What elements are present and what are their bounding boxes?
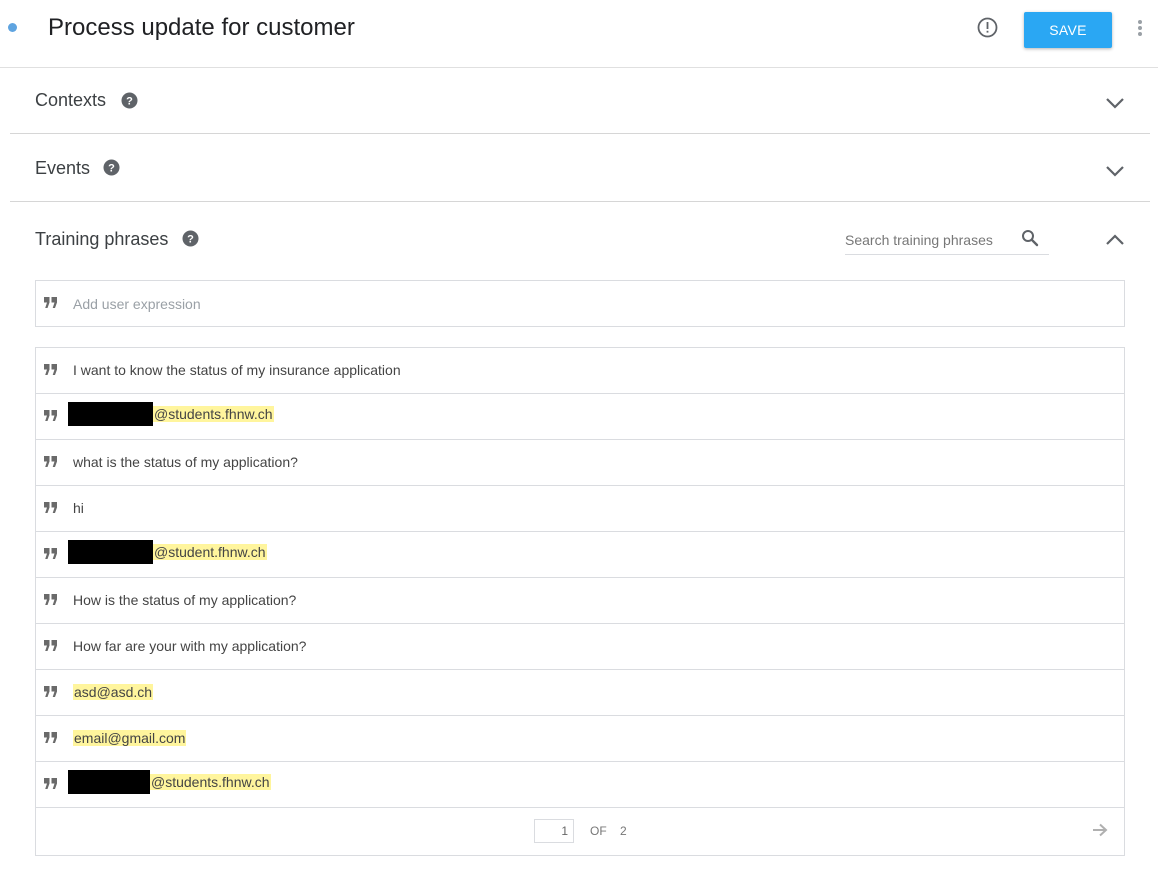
phrase-text-container[interactable]: I want to know the status of my insuranc… <box>73 361 401 379</box>
quote-icon <box>44 364 57 375</box>
training-phrase-row[interactable]: How far are your with my application? <box>36 624 1124 670</box>
pagination-of-label: OF <box>590 824 607 838</box>
more-vert-icon[interactable] <box>1136 20 1144 38</box>
phrase-text: How far are your with my application? <box>73 638 307 654</box>
alert-circle-icon[interactable] <box>977 17 998 38</box>
chevron-down-icon[interactable] <box>1105 165 1125 177</box>
page-title: Process update for customer <box>48 14 355 41</box>
quote-icon <box>44 732 57 743</box>
phrase-text-container[interactable]: asd@asd.ch <box>73 683 154 701</box>
phrase-text: what is the status of my application? <box>73 454 298 470</box>
training-phrase-row[interactable]: email@gmail.com <box>36 716 1124 762</box>
training-phrases-list: I want to know the status of my insuranc… <box>35 347 1125 856</box>
email-entity-highlight: email@gmail.com <box>73 730 187 746</box>
search-training-phrases <box>845 227 1049 255</box>
section-divider <box>10 201 1150 202</box>
phrase-text-container[interactable]: what is the status of my application? <box>73 453 298 471</box>
events-title: Events <box>35 158 91 178</box>
phrase-text-container[interactable]: hi <box>73 499 84 517</box>
add-user-expression-input[interactable] <box>73 294 973 314</box>
quote-icon <box>44 410 57 421</box>
phrase-text: I want to know the status of my insuranc… <box>73 362 401 378</box>
svg-text:?: ? <box>108 163 115 175</box>
header-divider <box>0 67 1158 68</box>
page-number-input[interactable] <box>534 819 574 843</box>
redacted-block <box>68 770 150 794</box>
phrase-text-container[interactable]: @student.fhnw.ch <box>68 540 267 565</box>
arrow-right-icon[interactable] <box>1092 823 1108 837</box>
pagination: OF 2 <box>36 808 1124 855</box>
training-phrase-row[interactable]: @students.fhnw.ch <box>36 394 1124 440</box>
phrase-text-container[interactable]: How is the status of my application? <box>73 591 296 609</box>
quote-icon <box>44 594 57 605</box>
help-icon[interactable]: ? <box>182 230 199 247</box>
quote-icon <box>44 686 57 697</box>
phrase-text-container[interactable]: @students.fhnw.ch <box>68 402 274 427</box>
section-divider <box>10 133 1150 134</box>
redacted-block <box>68 540 153 564</box>
training-phrase-row[interactable]: @students.fhnw.ch <box>36 762 1124 808</box>
training-phrase-row[interactable]: asd@asd.ch <box>36 670 1124 716</box>
email-entity-highlight: @student.fhnw.ch <box>153 543 267 560</box>
quote-icon <box>44 548 57 559</box>
quote-icon <box>44 297 57 308</box>
email-entity-highlight: asd@asd.ch <box>73 684 154 700</box>
training-phrase-row[interactable]: hi <box>36 486 1124 532</box>
phrase-text: hi <box>73 500 84 516</box>
email-entity-highlight: @students.fhnw.ch <box>153 405 274 422</box>
training-phrase-row[interactable]: How is the status of my application? <box>36 578 1124 624</box>
redacted-block <box>68 402 153 426</box>
phrase-text-container[interactable]: How far are your with my application? <box>73 637 306 655</box>
pagination-total: 2 <box>620 824 627 838</box>
quote-icon <box>44 778 57 789</box>
svg-text:?: ? <box>187 234 194 246</box>
status-dot <box>8 23 17 32</box>
search-icon[interactable] <box>1021 229 1039 247</box>
phrase-text-container[interactable]: email@gmail.com <box>73 729 187 747</box>
quote-icon <box>44 502 57 513</box>
phrase-text: How is the status of my application? <box>73 592 297 608</box>
training-phrase-row[interactable]: what is the status of my application? <box>36 440 1124 486</box>
add-expression-box[interactable] <box>35 280 1125 327</box>
phrase-text-container[interactable]: @students.fhnw.ch <box>68 770 271 795</box>
email-entity-highlight: @students.fhnw.ch <box>150 773 271 790</box>
help-icon[interactable]: ? <box>103 159 120 176</box>
contexts-title: Contexts <box>35 90 107 110</box>
chevron-down-icon[interactable] <box>1105 97 1125 109</box>
chevron-up-icon[interactable] <box>1105 234 1125 246</box>
training-phrases-title: Training phrases <box>35 229 169 249</box>
training-phrase-row[interactable]: @student.fhnw.ch <box>36 532 1124 578</box>
save-button[interactable]: SAVE <box>1024 12 1112 48</box>
search-input[interactable] <box>845 230 1010 250</box>
help-icon[interactable]: ? <box>121 92 138 109</box>
quote-icon <box>44 640 57 651</box>
training-phrase-row[interactable]: I want to know the status of my insuranc… <box>36 348 1124 394</box>
svg-text:?: ? <box>126 96 133 108</box>
quote-icon <box>44 456 57 467</box>
